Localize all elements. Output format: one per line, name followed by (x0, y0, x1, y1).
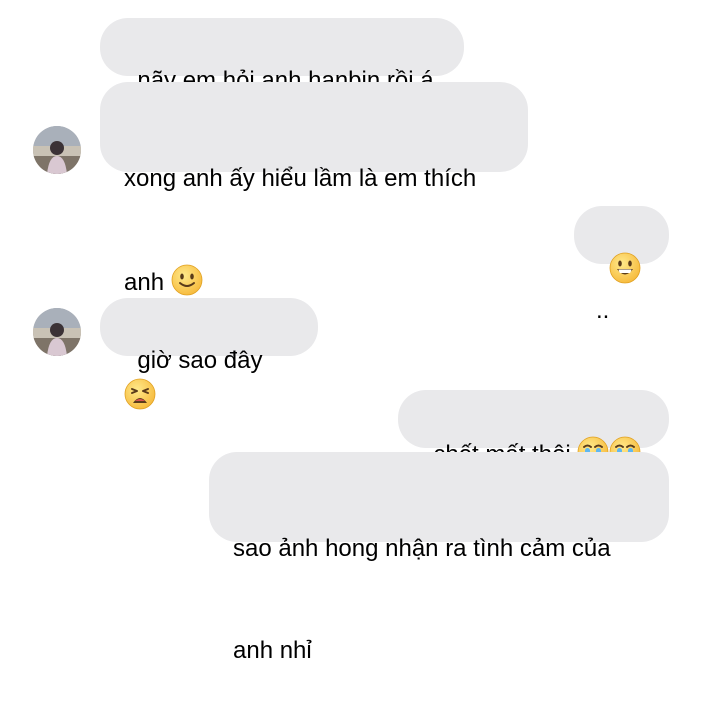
message-bubble-outgoing[interactable]: .. (574, 206, 669, 324)
contact-avatar[interactable] (33, 308, 81, 356)
message-text: .. (596, 297, 610, 324)
contact-avatar[interactable] (33, 126, 81, 174)
message-bubble-outgoing[interactable]: sao ảnh hong nhận ra tình cảm của anh nh… (209, 452, 669, 664)
weary-face-icon (124, 378, 156, 420)
message-text-line: sao ảnh hong nhận ra tình cảm của (233, 535, 611, 562)
message-text-line: xong anh ấy hiểu lầm là em thích (124, 165, 477, 192)
grinning-face-icon (609, 252, 641, 294)
message-bubble-incoming[interactable]: xong anh ấy hiểu lầm là em thích anh (100, 82, 528, 296)
message-bubble-outgoing[interactable]: chết mất thôi (398, 390, 669, 468)
message-bubble-incoming[interactable]: nãy em hỏi anh hanbin rồi á (100, 18, 464, 94)
message-text-line: anh nhỉ (233, 637, 312, 664)
message-bubble-incoming[interactable]: giờ sao đây (100, 298, 318, 410)
message-text: giờ sao đây (137, 347, 263, 374)
